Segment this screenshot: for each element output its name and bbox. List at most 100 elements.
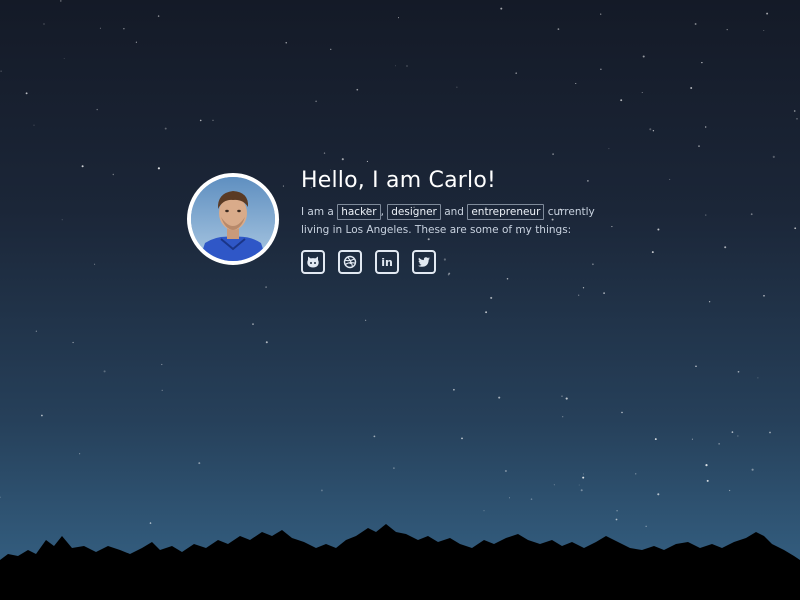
dribbble-link[interactable]	[338, 250, 362, 274]
star	[642, 55, 645, 58]
tag-entrepreneur: entrepreneur	[467, 204, 545, 220]
star	[793, 110, 796, 112]
star	[530, 498, 533, 500]
linkedin-icon: in	[381, 255, 393, 269]
star	[94, 263, 96, 265]
github-link[interactable]	[301, 250, 325, 274]
linkedin-link[interactable]: in	[375, 250, 399, 274]
star	[772, 155, 775, 158]
bio-separator: ,	[380, 206, 384, 218]
star	[0, 496, 1, 498]
star	[157, 15, 160, 17]
star	[578, 294, 580, 296]
star	[705, 464, 708, 467]
twitter-icon	[418, 257, 430, 267]
star	[694, 23, 697, 25]
star	[103, 370, 106, 373]
social-links: in	[301, 250, 621, 274]
github-icon	[307, 256, 319, 268]
star	[365, 319, 367, 321]
star	[757, 377, 759, 379]
star	[406, 65, 408, 67]
star	[737, 435, 739, 437]
star	[578, 484, 580, 486]
star	[212, 119, 214, 121]
star	[690, 87, 693, 89]
page-title: Hello, I am Carlo!	[301, 168, 497, 193]
star	[582, 473, 584, 475]
star	[794, 227, 797, 230]
star	[654, 438, 657, 441]
star	[724, 246, 727, 249]
profile-card: Hello, I am Carlo! I am a hacker, design…	[187, 168, 627, 278]
star	[461, 437, 463, 440]
star	[99, 27, 101, 29]
star	[728, 489, 731, 492]
star	[600, 13, 602, 15]
star	[366, 160, 368, 162]
star	[199, 119, 202, 122]
star	[356, 88, 359, 91]
star	[718, 443, 720, 445]
star	[320, 489, 323, 492]
star	[323, 152, 326, 154]
star	[161, 363, 163, 366]
star	[731, 431, 734, 433]
star	[33, 124, 35, 126]
star	[582, 287, 585, 289]
star	[698, 145, 700, 147]
star	[341, 158, 344, 161]
star	[25, 92, 28, 95]
star	[621, 411, 623, 414]
star	[608, 148, 610, 150]
star	[198, 462, 201, 465]
star	[63, 57, 65, 59]
star	[706, 479, 709, 482]
star	[490, 296, 493, 299]
star	[96, 108, 98, 111]
star	[708, 301, 711, 303]
star	[769, 431, 771, 434]
star	[652, 130, 655, 132]
twitter-link[interactable]	[412, 250, 436, 274]
star	[737, 370, 740, 373]
star	[603, 292, 605, 294]
star	[509, 497, 510, 499]
star	[726, 28, 728, 31]
star	[43, 23, 45, 25]
star	[515, 72, 517, 74]
star	[649, 128, 652, 131]
star	[453, 388, 455, 391]
star	[265, 341, 268, 344]
star	[766, 12, 769, 15]
star	[485, 311, 488, 314]
star	[161, 389, 163, 391]
star	[657, 228, 660, 231]
star	[72, 341, 74, 344]
star	[562, 416, 564, 418]
bio-text: I am a hacker, designer and entrepreneur…	[301, 203, 621, 239]
star	[135, 41, 137, 43]
star	[582, 476, 585, 479]
star	[635, 473, 637, 475]
avatar-photo	[191, 177, 275, 261]
star	[750, 213, 753, 216]
tag-designer: designer	[387, 204, 441, 220]
star	[620, 99, 623, 102]
star	[456, 86, 458, 88]
star	[701, 61, 703, 64]
star	[35, 330, 37, 332]
star	[395, 65, 397, 67]
bio-intro: I am a	[301, 206, 334, 218]
star	[580, 489, 583, 492]
star	[651, 251, 654, 254]
star	[751, 468, 754, 471]
star	[59, 0, 62, 2]
star	[561, 395, 563, 398]
star	[498, 396, 501, 399]
star	[705, 214, 707, 216]
star	[81, 165, 84, 168]
star	[164, 127, 167, 130]
star	[123, 27, 125, 30]
star	[330, 48, 332, 50]
